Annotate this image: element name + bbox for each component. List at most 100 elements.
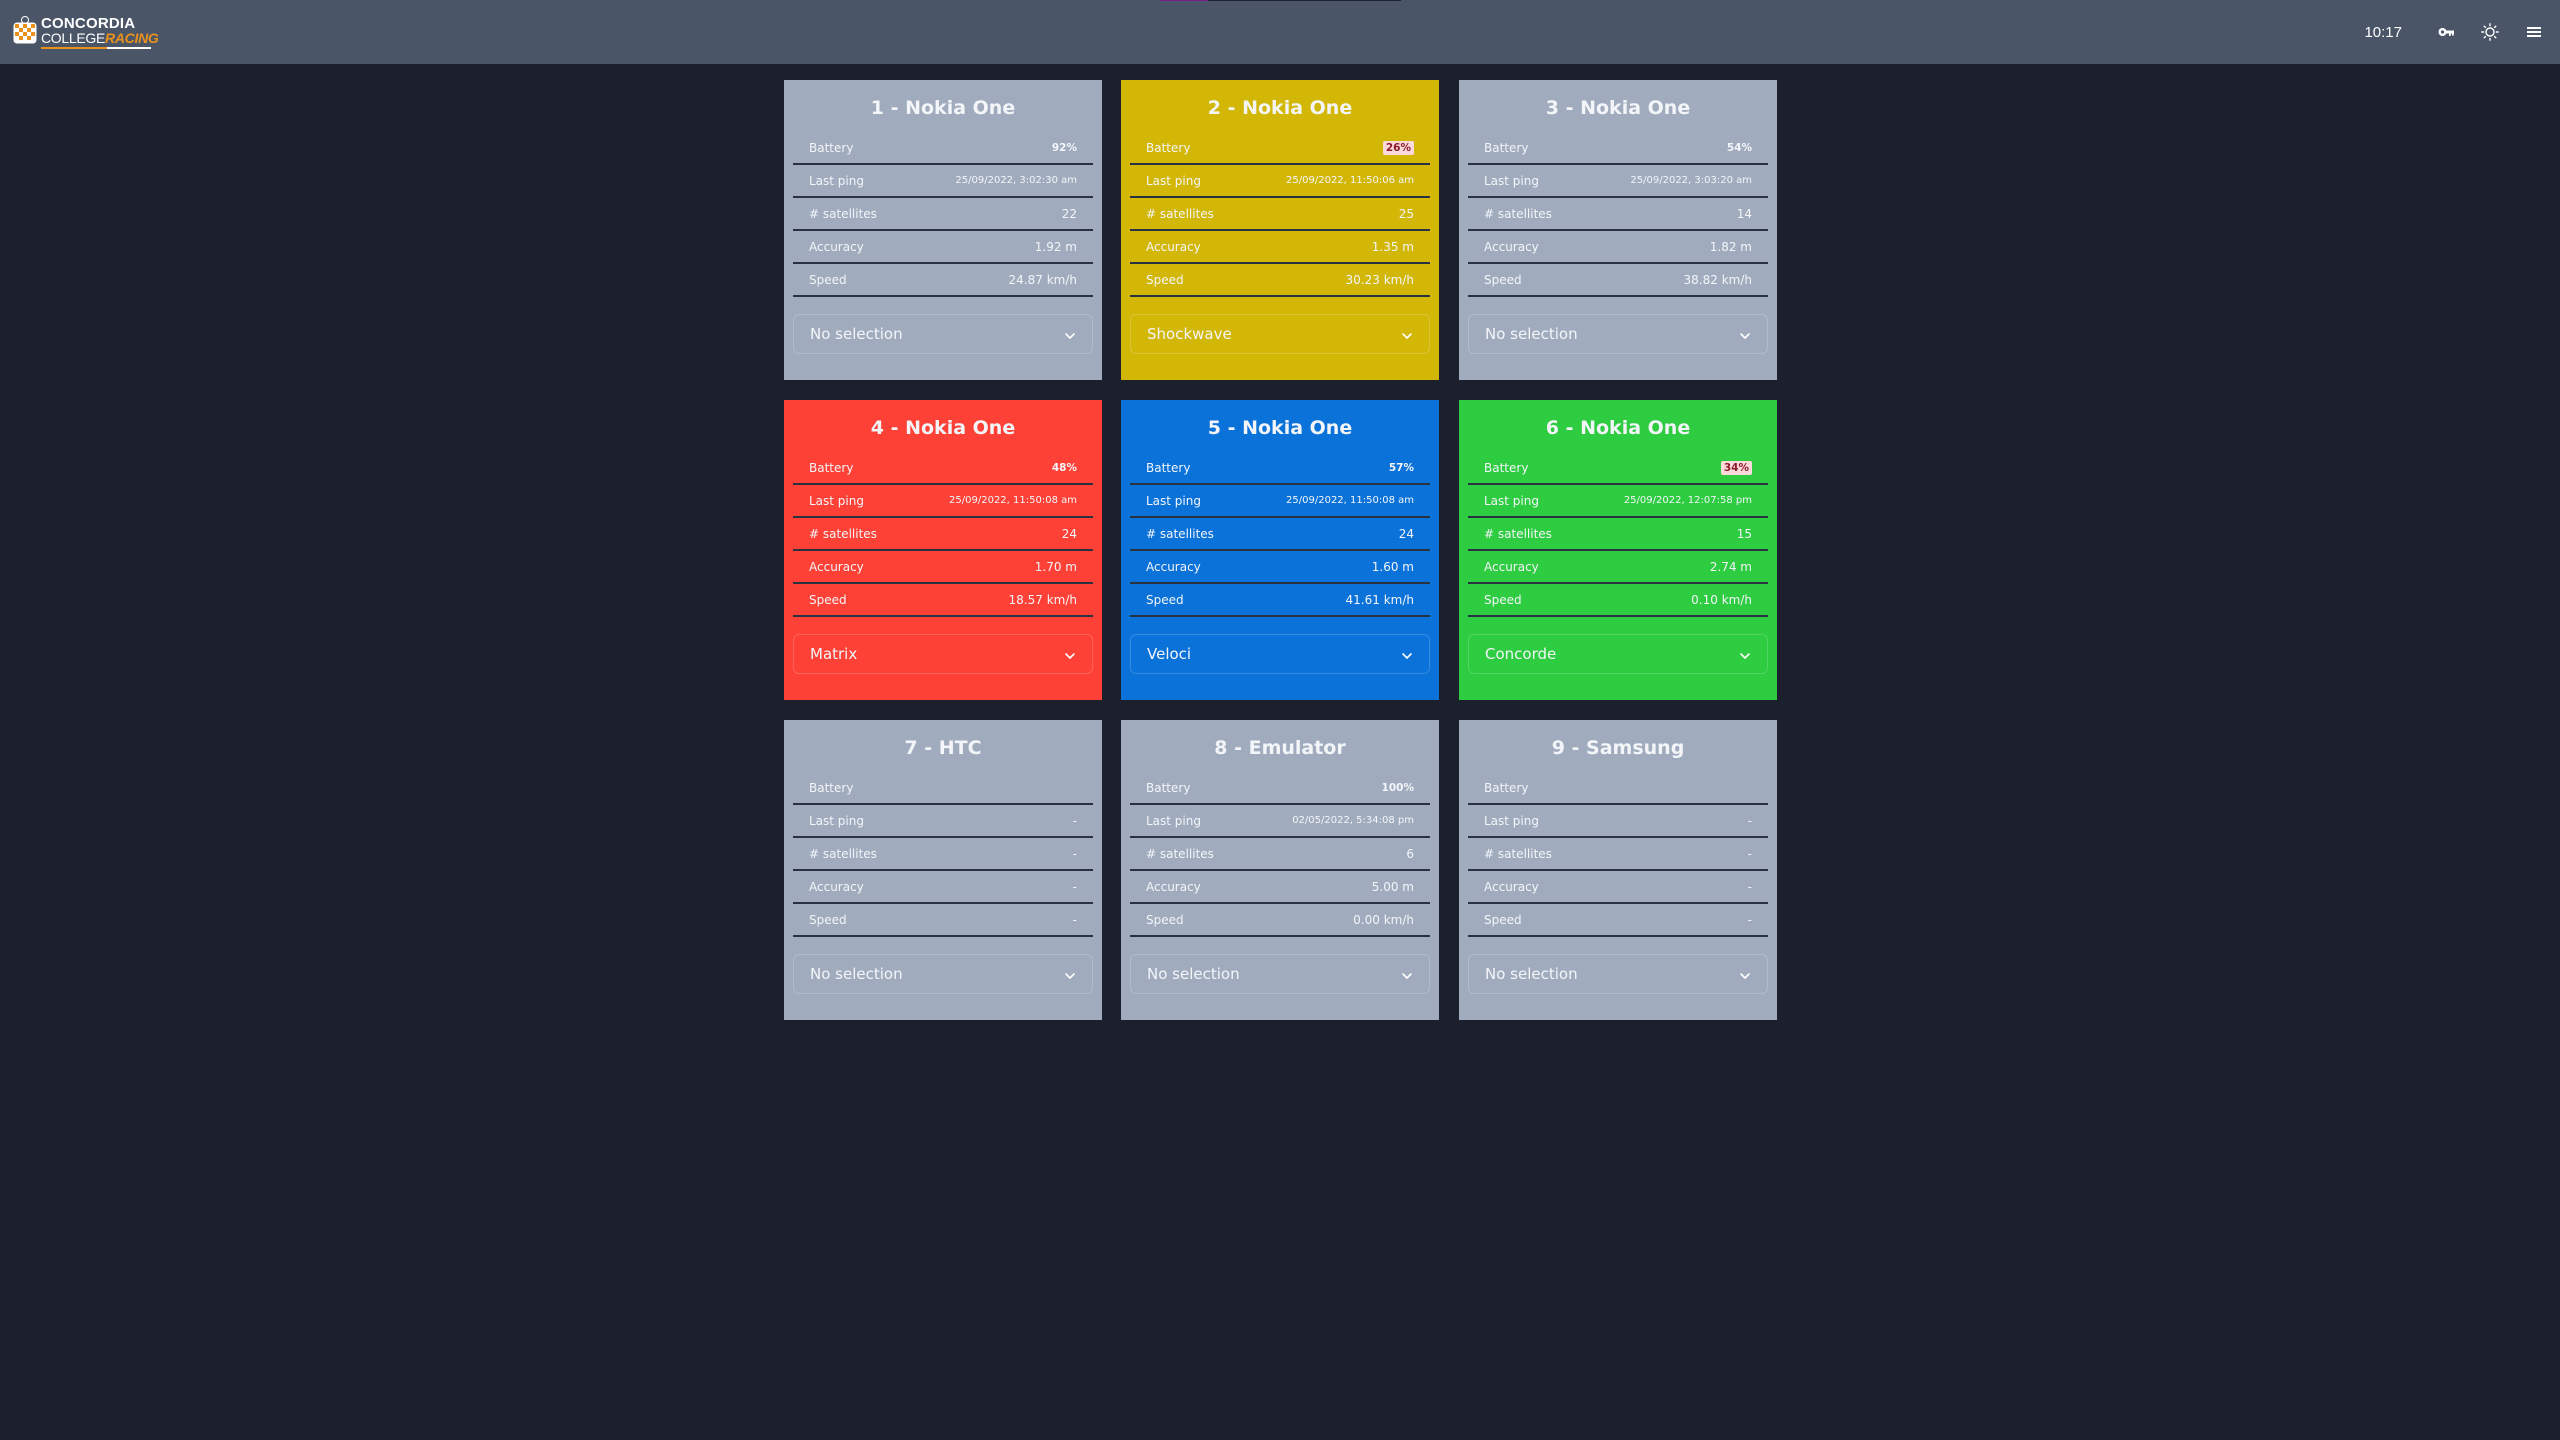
speed-row: Speed 30.23 km/h <box>1130 264 1430 297</box>
satellites-label: # satellites <box>1484 526 1552 541</box>
satellites-row: # satellites 24 <box>793 518 1093 551</box>
last-ping-label: Last ping <box>1146 493 1201 508</box>
battery-row: Battery 92% <box>793 132 1093 165</box>
car-select-value: Shockwave <box>1147 325 1232 343</box>
device-card-7: 7 - HTC Battery Last ping - # satellites… <box>784 720 1102 1020</box>
car-select[interactable]: No selection <box>1130 954 1430 994</box>
speed-value: 41.61 km/h <box>1345 592 1414 607</box>
accuracy-label: Accuracy <box>1484 239 1539 254</box>
speed-label: Speed <box>1484 272 1522 287</box>
car-select-value: Concorde <box>1485 645 1557 663</box>
accuracy-row: Accuracy - <box>1468 871 1768 904</box>
last-ping-value: 02/05/2022, 5:34:08 pm <box>1292 815 1414 826</box>
battery-row: Battery 26% <box>1130 132 1430 165</box>
battery-value: 54% <box>1726 141 1752 154</box>
chevron-down-icon <box>1401 965 1413 984</box>
car-select[interactable]: No selection <box>1468 954 1768 994</box>
accuracy-row: Accuracy 2.74 m <box>1468 551 1768 584</box>
satellites-label: # satellites <box>809 206 877 221</box>
device-card-3: 3 - Nokia One Battery 54% Last ping 25/0… <box>1459 80 1777 380</box>
logo-subtitle-accent: RACING <box>105 29 159 46</box>
last-ping-value: 25/09/2022, 3:02:30 am <box>955 175 1077 186</box>
chevron-down-icon <box>1064 965 1076 984</box>
speed-label: Speed <box>1484 592 1522 607</box>
satellites-value: - <box>1747 846 1752 861</box>
accuracy-label: Accuracy <box>1146 879 1201 894</box>
speed-row: Speed 0.00 km/h <box>1130 904 1430 937</box>
device-title: 2 - Nokia One <box>1207 97 1353 119</box>
car-select-value: No selection <box>810 965 903 983</box>
battery-value: 92% <box>1051 141 1077 154</box>
speed-value: 38.82 km/h <box>1683 272 1752 287</box>
speed-row: Speed 18.57 km/h <box>793 584 1093 617</box>
accuracy-value: 1.70 m <box>1034 559 1077 574</box>
accuracy-value: 1.35 m <box>1371 239 1414 254</box>
last-ping-row: Last ping - <box>1468 805 1768 838</box>
car-select[interactable]: Concorde <box>1468 634 1768 674</box>
speed-row: Speed 24.87 km/h <box>793 264 1093 297</box>
speed-row: Speed 41.61 km/h <box>1130 584 1430 617</box>
accuracy-row: Accuracy - <box>793 871 1093 904</box>
top-navbar: CONCORDIA COLLEGERACING 10:17 <box>0 0 2560 64</box>
satellites-value: 15 <box>1736 526 1752 541</box>
last-ping-label: Last ping <box>1146 813 1201 828</box>
satellites-row: # satellites 24 <box>1130 518 1430 551</box>
device-title: 6 - Nokia One <box>1545 417 1691 439</box>
speed-value: 0.10 km/h <box>1691 592 1752 607</box>
accuracy-value: 5.00 m <box>1371 879 1414 894</box>
speed-label: Speed <box>1146 272 1184 287</box>
car-select-value: Veloci <box>1147 645 1192 663</box>
last-ping-row: Last ping 25/09/2022, 11:50:06 am <box>1130 165 1430 198</box>
chevron-down-icon <box>1064 645 1076 664</box>
car-select[interactable]: Matrix <box>793 634 1093 674</box>
accuracy-row: Accuracy 1.70 m <box>793 551 1093 584</box>
speed-label: Speed <box>1146 592 1184 607</box>
topbar-actions: 10:17 <box>2364 0 2560 64</box>
satellites-row: # satellites - <box>1468 838 1768 871</box>
satellites-value: - <box>1072 846 1077 861</box>
logo-subtitle: COLLEGERACING <box>41 29 159 46</box>
chevron-down-icon <box>1739 645 1751 664</box>
last-ping-label: Last ping <box>1146 173 1201 188</box>
satellites-label: # satellites <box>1146 206 1214 221</box>
theme-toggle-button[interactable] <box>2468 10 2512 54</box>
sun-icon <box>2481 23 2499 41</box>
battery-value: 26% <box>1382 140 1414 155</box>
key-button[interactable] <box>2424 10 2468 54</box>
last-ping-label: Last ping <box>1484 813 1539 828</box>
satellites-row: # satellites - <box>793 838 1093 871</box>
speed-row: Speed 38.82 km/h <box>1468 264 1768 297</box>
car-select-value: No selection <box>1485 325 1578 343</box>
car-select[interactable]: Shockwave <box>1130 314 1430 354</box>
battery-row: Battery 34% <box>1468 452 1768 485</box>
device-card-6: 6 - Nokia One Battery 34% Last ping 25/0… <box>1459 400 1777 700</box>
clock: 10:17 <box>2364 23 2402 41</box>
battery-value: 48% <box>1051 461 1077 474</box>
satellites-label: # satellites <box>1146 526 1214 541</box>
accuracy-value: 1.60 m <box>1371 559 1414 574</box>
accuracy-row: Accuracy 5.00 m <box>1130 871 1430 904</box>
checkered-flag-logo-icon <box>12 16 38 48</box>
car-select-value: No selection <box>1485 965 1578 983</box>
battery-label: Battery <box>1146 140 1191 155</box>
satellites-value: 22 <box>1061 206 1077 221</box>
last-ping-row: Last ping 25/09/2022, 12:07:58 pm <box>1468 485 1768 518</box>
battery-row: Battery 100% <box>1130 772 1430 805</box>
accuracy-value: 1.82 m <box>1709 239 1752 254</box>
app-logo[interactable]: CONCORDIA COLLEGERACING <box>12 12 159 52</box>
last-ping-value: 25/09/2022, 11:50:08 am <box>949 495 1077 506</box>
menu-button[interactable] <box>2512 10 2556 54</box>
battery-label: Battery <box>809 460 854 475</box>
loading-progress-bar <box>1160 0 1401 1</box>
device-card-1: 1 - Nokia One Battery 92% Last ping 25/0… <box>784 80 1102 380</box>
accuracy-label: Accuracy <box>809 559 864 574</box>
battery-row: Battery 48% <box>793 452 1093 485</box>
battery-value: 100% <box>1381 781 1414 794</box>
chevron-down-icon <box>1739 965 1751 984</box>
car-select[interactable]: No selection <box>793 314 1093 354</box>
car-select[interactable]: Veloci <box>1130 634 1430 674</box>
car-select[interactable]: No selection <box>1468 314 1768 354</box>
last-ping-value: 25/09/2022, 3:03:20 am <box>1630 175 1752 186</box>
last-ping-label: Last ping <box>809 813 864 828</box>
car-select[interactable]: No selection <box>793 954 1093 994</box>
